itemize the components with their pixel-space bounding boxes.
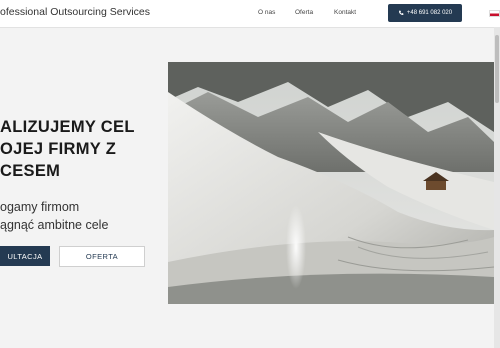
nav-link-kontakt[interactable]: Kontakt [334,9,356,16]
snowy-mountain-image [168,62,494,304]
phone-icon [398,10,404,15]
hero-headline: ALIZUJEMY CEL OJEJ FIRMY Z CESEM [0,118,135,180]
offer-button[interactable]: OFERTA [59,246,145,267]
scrollbar-thumb[interactable] [495,35,499,103]
mountain-hut [426,180,446,190]
brand-name[interactable]: ofessional Outsourcing Services [0,6,150,18]
phone-button[interactable]: +48 691 082 020 [388,4,462,22]
language-flag-icon[interactable] [489,10,500,17]
hero-subtext: ogamy firmom ągnąć ambitne cele [0,200,109,232]
phone-number: +48 691 082 020 [406,10,453,16]
hero-image [168,62,494,304]
nav-link-oferta[interactable]: Oferta [295,9,313,16]
nav-link-o-nas[interactable]: O nas [258,9,275,16]
consultation-button[interactable]: ULTACJA [0,246,50,266]
top-navigation-bar: ofessional Outsourcing Services O nas Of… [0,0,500,28]
page-scrollbar[interactable] [494,27,500,348]
